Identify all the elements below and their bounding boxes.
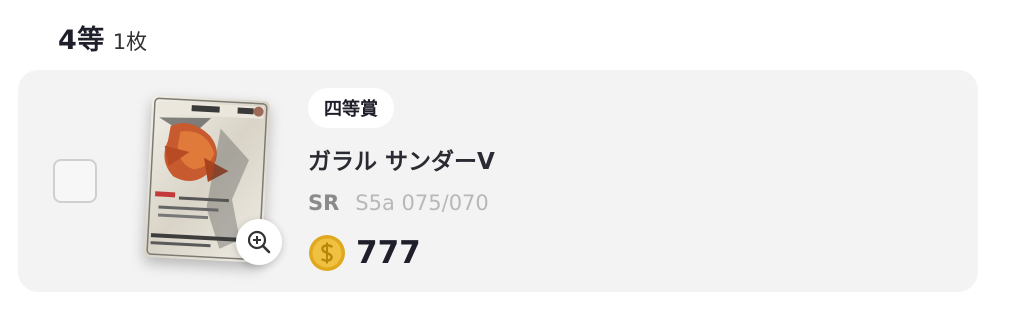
grade-title: 4等 [58,25,105,56]
rarity-label: SR [308,191,340,215]
card-list-item[interactable]: 四等賞 ガラル サンダーV SR S5a 075/070 777 [18,70,978,292]
select-checkbox[interactable] [53,159,97,203]
price-row: 777 [308,234,421,272]
prize-badge: 四等賞 [308,88,394,128]
coin-icon [309,235,345,271]
card-meta: SR S5a 075/070 [308,191,489,215]
page: 4等 1枚 四等賞 ガラル サンダーV SR S5a 075/070 777 [0,0,1030,332]
zoom-in-icon [247,230,271,254]
zoom-button[interactable] [236,219,282,265]
card-name: ガラル サンダーV [308,149,495,175]
set-code: S5a 075/070 [355,191,489,215]
grade-count: 1枚 [112,30,148,54]
section-header: 4等 1枚 [58,18,147,57]
price-value: 777 [356,235,421,271]
